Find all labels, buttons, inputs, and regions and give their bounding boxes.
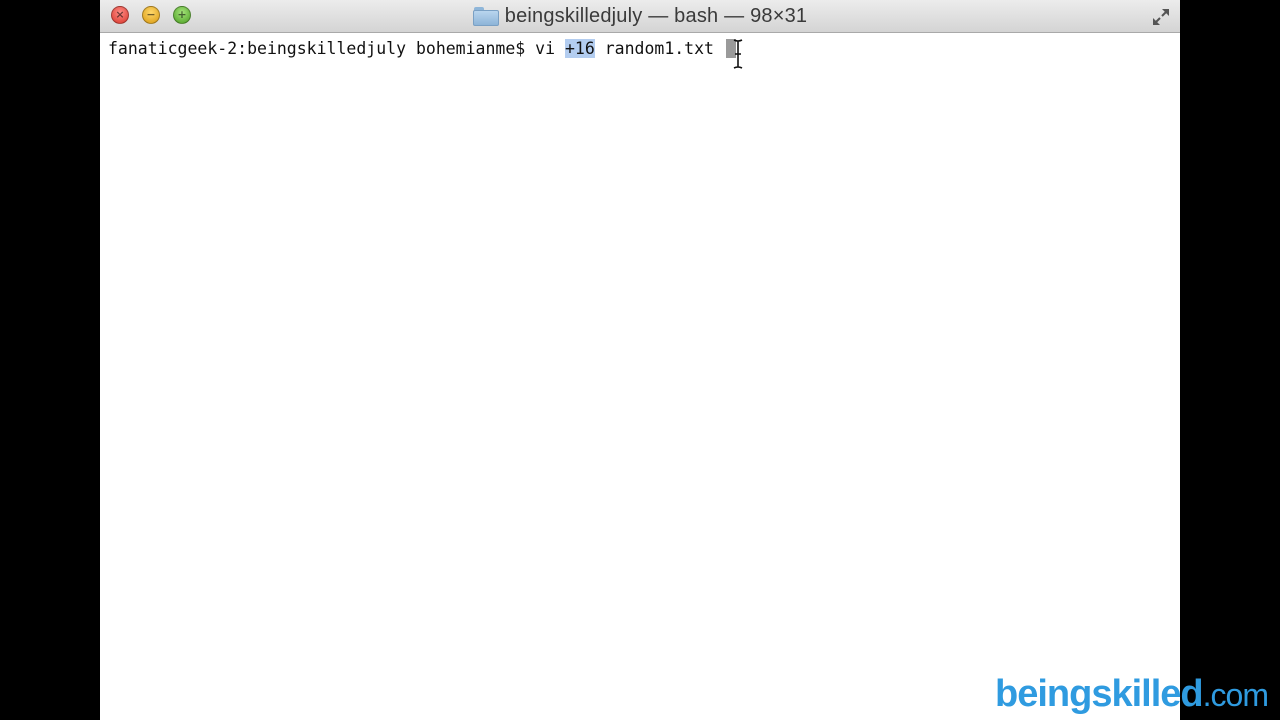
selected-text: +16: [564, 39, 595, 58]
title-group: beingskilledjuly — bash — 98×31: [100, 0, 1180, 33]
terminal-content[interactable]: fanaticgeek-2:beingskilledjuly bohemianm…: [108, 38, 1168, 698]
folder-icon: [472, 7, 499, 26]
fullscreen-icon[interactable]: [1150, 6, 1172, 28]
watermark-logo: beingskilled.com: [995, 673, 1269, 716]
watermark-tld: .com: [1202, 677, 1269, 713]
watermark-main: beingskilled: [995, 673, 1204, 715]
window-title: beingskilledjuly — bash — 98×31: [504, 5, 808, 27]
title-bar[interactable]: × − + beingskilledjuly — bash — 98×31: [100, 0, 1180, 33]
shell-prompt: fanaticgeek-2:beingskilledjuly bohemianm…: [108, 39, 536, 58]
command-text-rest: random1.txt: [594, 39, 724, 58]
terminal-window: × − + beingskilledjuly — bash — 98×31 fa…: [100, 0, 1180, 720]
command-text: vi: [535, 39, 565, 58]
text-cursor-icon: [733, 39, 743, 69]
